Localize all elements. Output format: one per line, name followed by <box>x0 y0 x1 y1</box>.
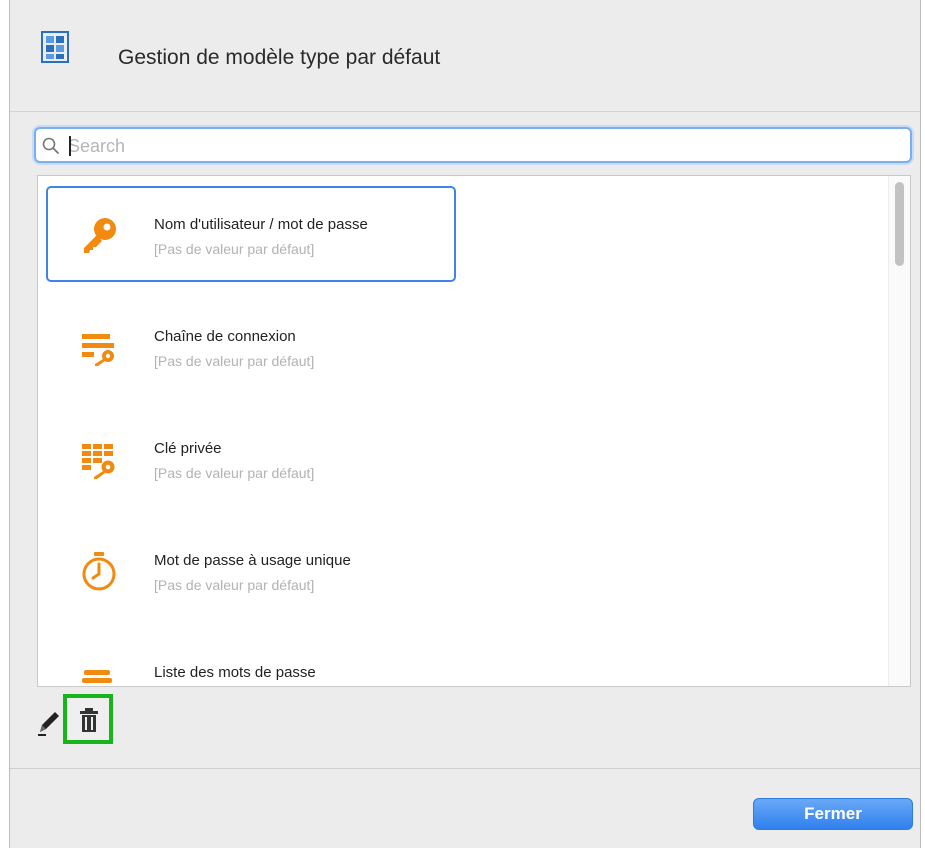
list-item[interactable]: Nom d'utilisateur / mot de passe [Pas de… <box>46 186 456 282</box>
text-caret <box>69 136 71 156</box>
timer-icon <box>82 552 116 591</box>
key-icon <box>84 218 116 253</box>
scrollbar-thumb[interactable] <box>895 182 904 266</box>
list-item[interactable]: Mot de passe à usage unique [Pas de vale… <box>46 522 456 618</box>
list-item-subtitle: [Pas de valeur par défaut] <box>154 353 315 369</box>
dialog-header: Gestion de modèle type par défaut <box>10 0 920 112</box>
close-button[interactable]: Fermer <box>753 798 913 830</box>
dialog-title: Gestion de modèle type par défaut <box>118 46 441 69</box>
list-item[interactable]: Liste des mots de passe <box>46 634 456 686</box>
list-item[interactable]: Clé privée [Pas de valeur par défaut] <box>46 410 456 506</box>
list-item-title: Nom d'utilisateur / mot de passe <box>154 216 368 233</box>
list-item-title: Chaîne de connexion <box>154 328 296 345</box>
dialog-window: Gestion de modèle type par défaut Nom d'… <box>9 0 921 848</box>
connection-string-icon <box>82 334 114 366</box>
list-item-subtitle: [Pas de valeur par défaut] <box>154 465 315 481</box>
search-icon <box>42 137 59 154</box>
edit-button[interactable] <box>36 704 62 738</box>
password-list-icon <box>82 670 112 683</box>
list-item-title: Liste des mots de passe <box>154 664 316 681</box>
list-item-title: Clé privée <box>154 440 222 457</box>
search-input[interactable] <box>68 133 898 159</box>
private-key-icon <box>82 444 115 479</box>
list-item-subtitle: [Pas de valeur par défaut] <box>154 241 315 257</box>
template-grid-icon <box>41 31 69 63</box>
list-item[interactable]: Chaîne de connexion [Pas de valeur par d… <box>46 298 456 394</box>
list-scrollbar[interactable] <box>888 176 910 686</box>
pencil-icon <box>38 712 59 736</box>
dialog-footer: Fermer <box>10 768 920 848</box>
delete-button[interactable] <box>63 694 113 744</box>
list-item-title: Mot de passe à usage unique <box>154 552 351 569</box>
list-item-subtitle: [Pas de valeur par défaut] <box>154 577 315 593</box>
trash-icon <box>80 708 98 732</box>
search-field[interactable] <box>34 127 912 163</box>
template-list[interactable]: Nom d'utilisateur / mot de passe [Pas de… <box>37 175 911 687</box>
